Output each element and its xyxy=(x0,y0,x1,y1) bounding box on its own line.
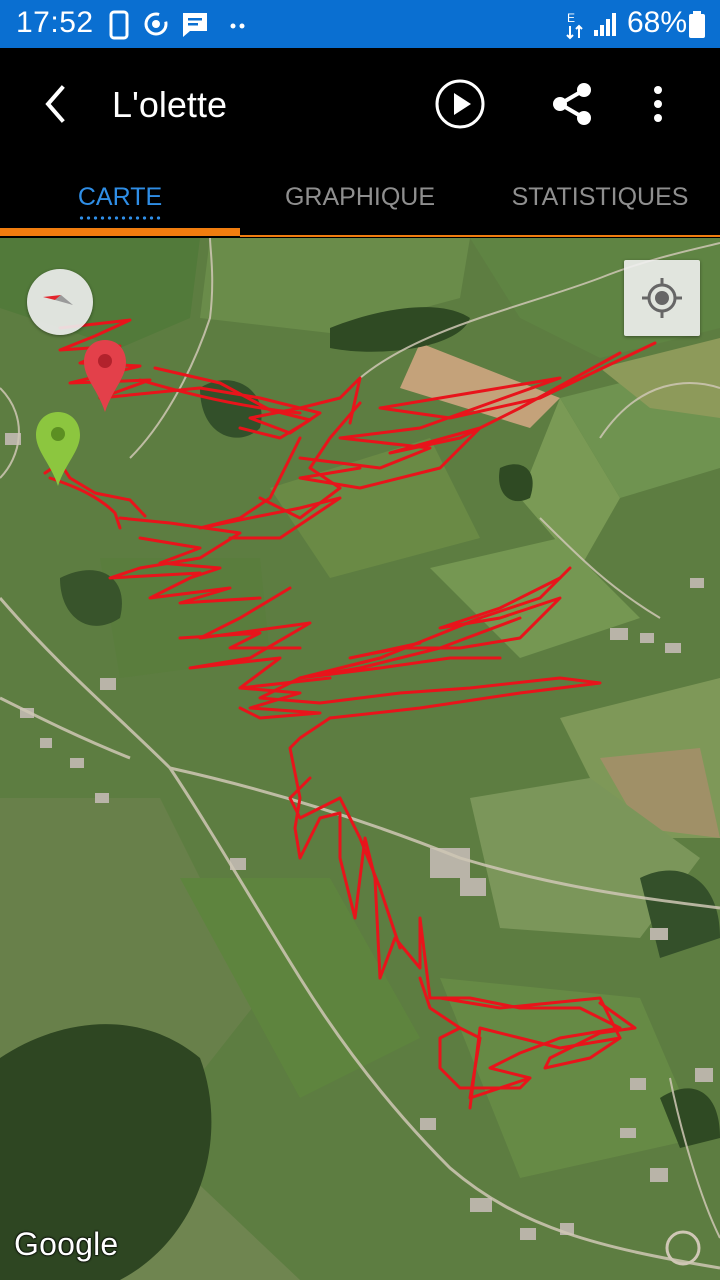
tab-graphique[interactable]: GRAPHIQUE xyxy=(240,160,480,236)
end-marker-icon[interactable] xyxy=(82,338,128,414)
status-time: 17:52 xyxy=(16,6,94,39)
signal-icon xyxy=(594,13,616,36)
tab-indicator xyxy=(0,228,240,236)
message-icon xyxy=(183,13,207,37)
data-transfer-icon: E xyxy=(566,11,583,40)
activity-title: L'olette xyxy=(112,84,227,125)
more-vert-icon[interactable] xyxy=(644,82,672,126)
battery-icon xyxy=(689,11,705,38)
tab-label: STATISTIQUES xyxy=(511,183,689,211)
start-marker-icon[interactable] xyxy=(34,410,82,488)
tab-label: CARTE xyxy=(77,183,163,211)
sync-icon xyxy=(144,12,168,36)
tab-statistiques[interactable]: STATISTIQUES xyxy=(480,160,720,236)
satellite-map[interactable]: Google xyxy=(0,238,720,1280)
app-bar: L'olette xyxy=(0,48,720,160)
share-icon[interactable] xyxy=(548,80,596,128)
compass-button[interactable] xyxy=(27,269,93,335)
compass-icon xyxy=(43,295,73,305)
phone-icon xyxy=(109,10,129,40)
play-icon[interactable] xyxy=(434,78,486,130)
status-bar: 17:52 E 68% xyxy=(0,0,720,48)
tab-label: GRAPHIQUE xyxy=(284,183,436,211)
google-attribution: Google xyxy=(14,1226,119,1262)
my-location-button[interactable] xyxy=(624,260,700,336)
tab-carte[interactable]: CARTE xyxy=(0,160,240,236)
arrow-back-icon[interactable] xyxy=(36,82,76,126)
svg-text:E: E xyxy=(567,11,575,25)
my-location-icon xyxy=(642,278,682,318)
more-notifications-icon xyxy=(230,23,245,29)
tab-divider xyxy=(240,235,720,237)
active-tab-dots xyxy=(78,216,162,220)
battery-percentage: 68% xyxy=(627,6,688,39)
